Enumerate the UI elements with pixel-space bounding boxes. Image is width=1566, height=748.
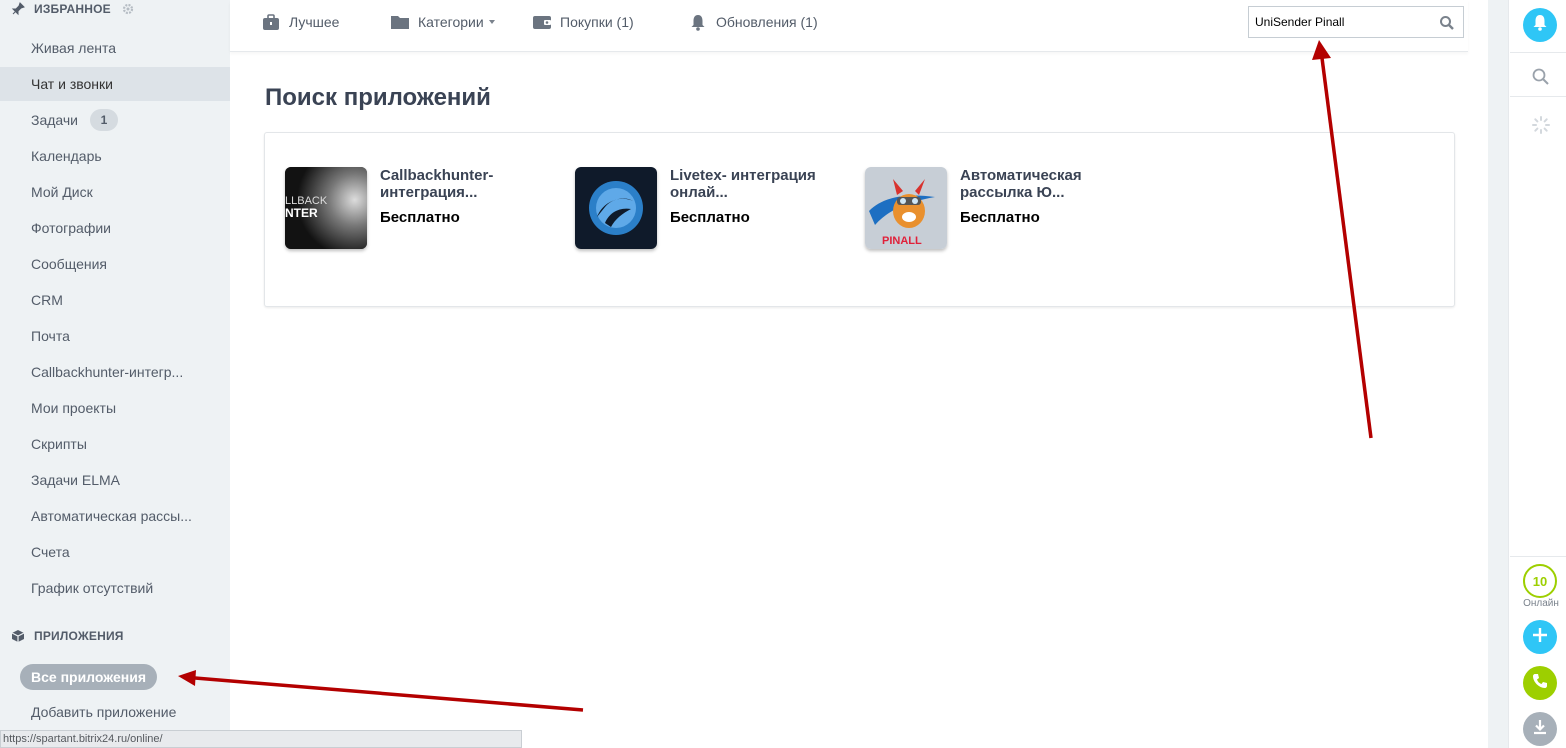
divider [1510,96,1566,97]
sidebar-item-all-apps[interactable]: Все приложения [20,664,158,690]
loading-spinner-icon [1532,116,1550,134]
sidebar-item-callbackhunter[interactable]: Callbackhunter-интегр... [0,355,230,389]
sidebar-item-label: Все приложения [31,669,147,685]
sidebar-item-crm[interactable]: CRM [0,283,230,317]
sidebar-item-invoices[interactable]: Счета [0,535,230,569]
tasks-count-badge: 1 [90,109,119,131]
search-icon[interactable] [1439,15,1455,31]
apps-header-label: ПРИЛОЖЕНИЯ [34,629,124,643]
app-price: Бесплатно [380,209,460,226]
sidebar-item-live-feed[interactable]: Живая лента [0,31,230,65]
nav-updates-label: Обновления (1) [716,14,818,30]
sidebar-item-photos[interactable]: Фотографии [0,211,230,245]
search-input[interactable] [1249,15,1429,29]
sidebar-item-label: Автоматическая рассы... [31,508,192,524]
sidebar-item-messages[interactable]: Сообщения [0,247,230,281]
top-navigation: Лучшее Категории Покупки (1) Обновления … [230,0,1468,52]
add-button[interactable] [1523,620,1557,654]
app-card-livetex[interactable]: Livetex- интеграция онлай... Бесплатно [575,167,845,257]
livetex-logo[interactable] [575,167,657,249]
sidebar-item-add-app[interactable]: Добавить приложение [0,695,230,729]
plus-icon [1531,626,1549,649]
search-icon[interactable] [1531,67,1551,87]
sidebar-item-label: Мои проекты [31,400,117,416]
app-name[interactable]: Livetex- интеграция онлай... [670,167,840,201]
pin-icon [10,1,26,17]
pinall-logo[interactable]: PINALL [865,167,947,249]
apps-header: ПРИЛОЖЕНИЯ [10,627,124,645]
left-sidebar: ИЗБРАННОЕ Живая лента Чат и звонки Задач… [0,0,230,748]
app-card-callbackhunter[interactable]: LLBACK NTER Callbackhunter-интеграция...… [285,167,555,257]
nav-purchases-label: Покупки (1) [560,14,634,30]
app-name[interactable]: Автоматическая рассылка Ю... [960,167,1130,201]
sidebar-item-elma-tasks[interactable]: Задачи ELMA [0,463,230,497]
divider [1510,556,1566,557]
nav-categories[interactable]: Категории [390,12,495,32]
sidebar-item-label: Фотографии [31,220,112,236]
sidebar-item-label: Чат и звонки [31,76,113,92]
wallet-icon [532,13,552,31]
arrow-to-all-apps [194,676,584,712]
pinall-logo-text: PINALL [882,235,922,247]
online-count-badge[interactable]: 10 [1523,564,1557,598]
sidebar-item-auto-mailing[interactable]: Автоматическая рассы... [0,499,230,533]
chevron-down-icon [488,20,495,24]
favorites-header-label: ИЗБРАННОЕ [34,2,111,16]
sidebar-item-label: График отсутствий [31,580,154,596]
nav-categories-label: Категории [418,14,484,30]
callbackhunter-logo[interactable]: LLBACK NTER [285,167,367,249]
download-icon [1531,718,1549,741]
sidebar-item-mail[interactable]: Почта [0,319,230,353]
app-price: Бесплатно [960,209,1040,226]
sidebar-item-label: Календарь [31,148,102,164]
right-gutter [1488,0,1508,748]
sidebar-item-tasks[interactable]: Задачи 1 [0,103,230,137]
sidebar-item-my-projects[interactable]: Мои проекты [0,391,230,425]
bell-icon [1532,14,1548,36]
sidebar-item-label: Задачи [31,112,79,128]
app-name[interactable]: Callbackhunter-интеграция... [380,167,550,201]
page-title: Поиск приложений [265,84,491,111]
favorites-header: ИЗБРАННОЕ [10,0,135,18]
sidebar-item-label: Добавить приложение [31,704,177,720]
download-button[interactable] [1523,712,1557,746]
online-label: Онлайн [1523,598,1559,609]
sidebar-item-label: Живая лента [31,40,117,56]
annotation-arrows [178,40,1373,712]
sidebar-item-label: Почта [31,328,70,344]
folder-icon [390,13,410,31]
callbackhunter-logo-text-2: NTER [285,206,318,220]
sidebar-item-label: Счета [31,544,70,560]
phone-icon [1531,672,1549,695]
app-search-box[interactable] [1248,6,1464,38]
app-card-auto-mailing[interactable]: PINALL Автоматическая рассылка Ю... Бесп… [865,167,1135,257]
sidebar-item-absence-chart[interactable]: График отсутствий [0,571,230,605]
app-price: Бесплатно [670,209,750,226]
gear-icon[interactable] [121,2,135,16]
sidebar-item-label: CRM [31,292,63,308]
divider [1510,52,1566,53]
nav-best-label: Лучшее [289,14,340,30]
call-button[interactable] [1523,666,1557,700]
nav-best[interactable]: Лучшее [261,12,339,32]
sidebar-item-scripts[interactable]: Скрипты [0,427,230,461]
nav-updates[interactable]: Обновления (1) [688,12,818,32]
sidebar-item-label: Сообщения [31,256,107,272]
notifications-button[interactable] [1523,8,1557,42]
sidebar-item-my-drive[interactable]: Мой Диск [0,175,230,209]
cube-icon [10,628,26,644]
browser-status-bar: https://spartant.bitrix24.ru/online/ [0,730,522,748]
sidebar-item-label: Callbackhunter-интегр... [31,364,184,380]
sidebar-item-calendar[interactable]: Календарь [0,139,230,173]
briefcase-icon [261,13,281,31]
sidebar-item-label: Задачи ELMA [31,472,121,488]
search-results-panel: LLBACK NTER Callbackhunter-интеграция...… [264,132,1455,307]
sidebar-item-label: Скрипты [31,436,87,452]
nav-purchases[interactable]: Покупки (1) [532,12,634,32]
sidebar-item-label: Мой Диск [31,184,93,200]
sidebar-item-chat[interactable]: Чат и звонки [0,67,230,101]
bell-icon [688,13,708,31]
